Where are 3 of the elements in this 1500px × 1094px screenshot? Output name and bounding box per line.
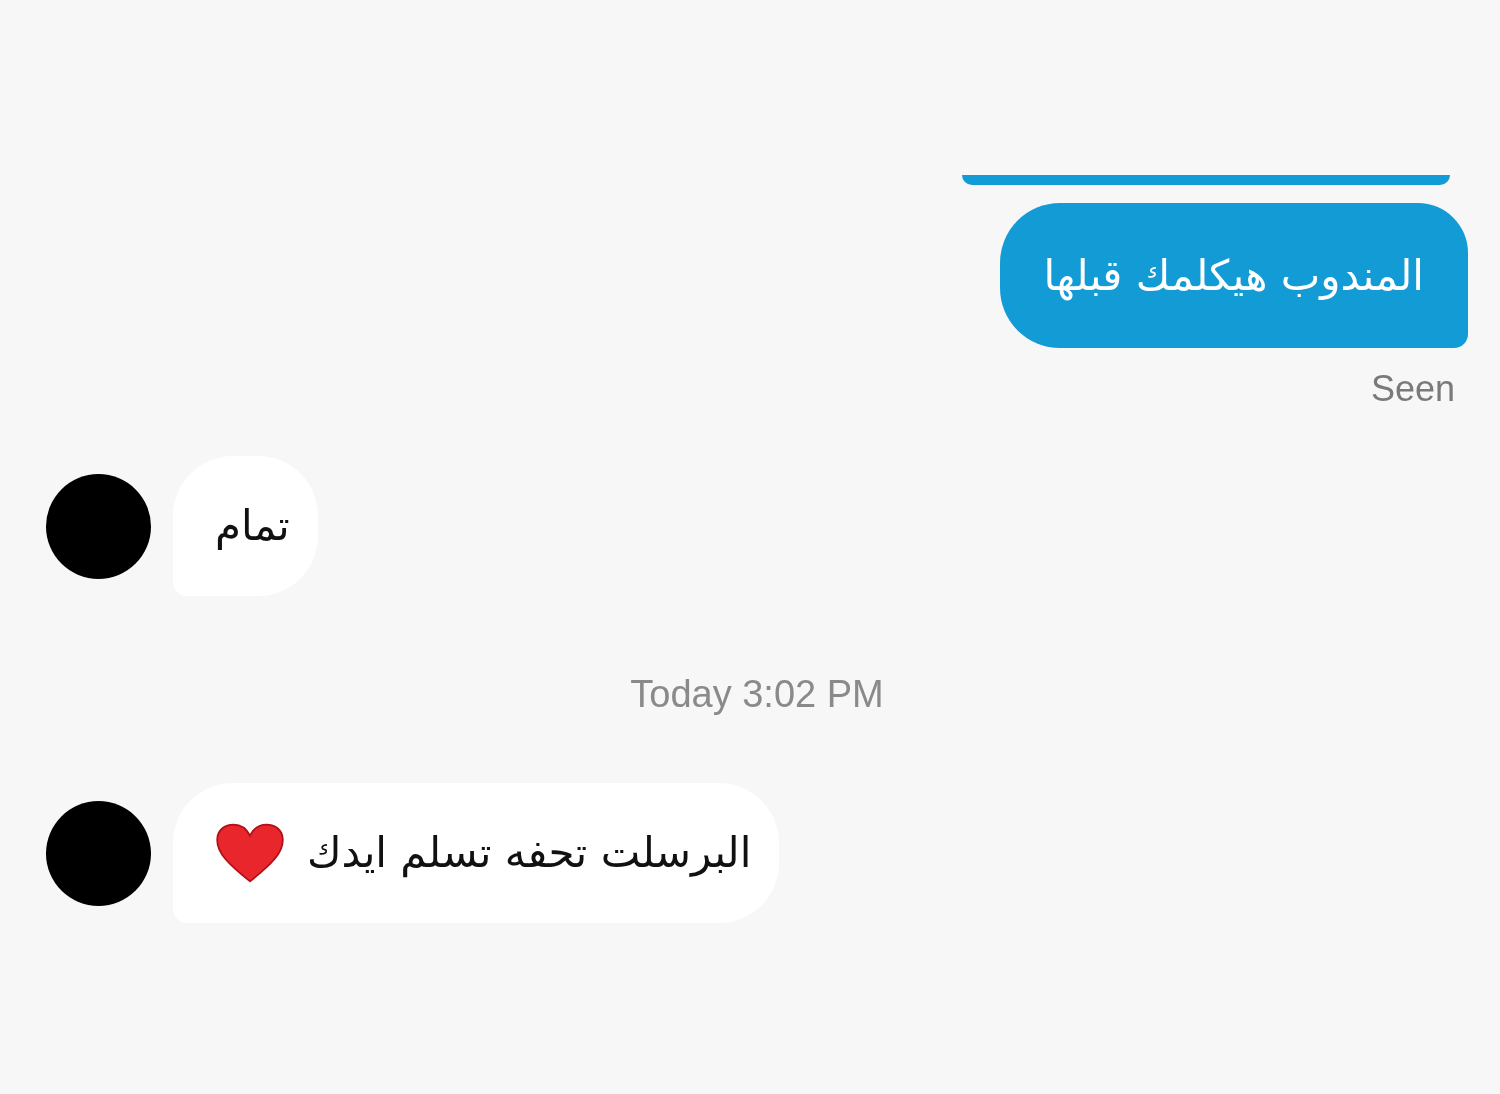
- message-bubble: المندوب هيكلمك قبلها: [999, 203, 1468, 348]
- timestamp: Today 3:02 PM: [630, 672, 884, 717]
- read-status: Seen: [1370, 367, 1455, 411]
